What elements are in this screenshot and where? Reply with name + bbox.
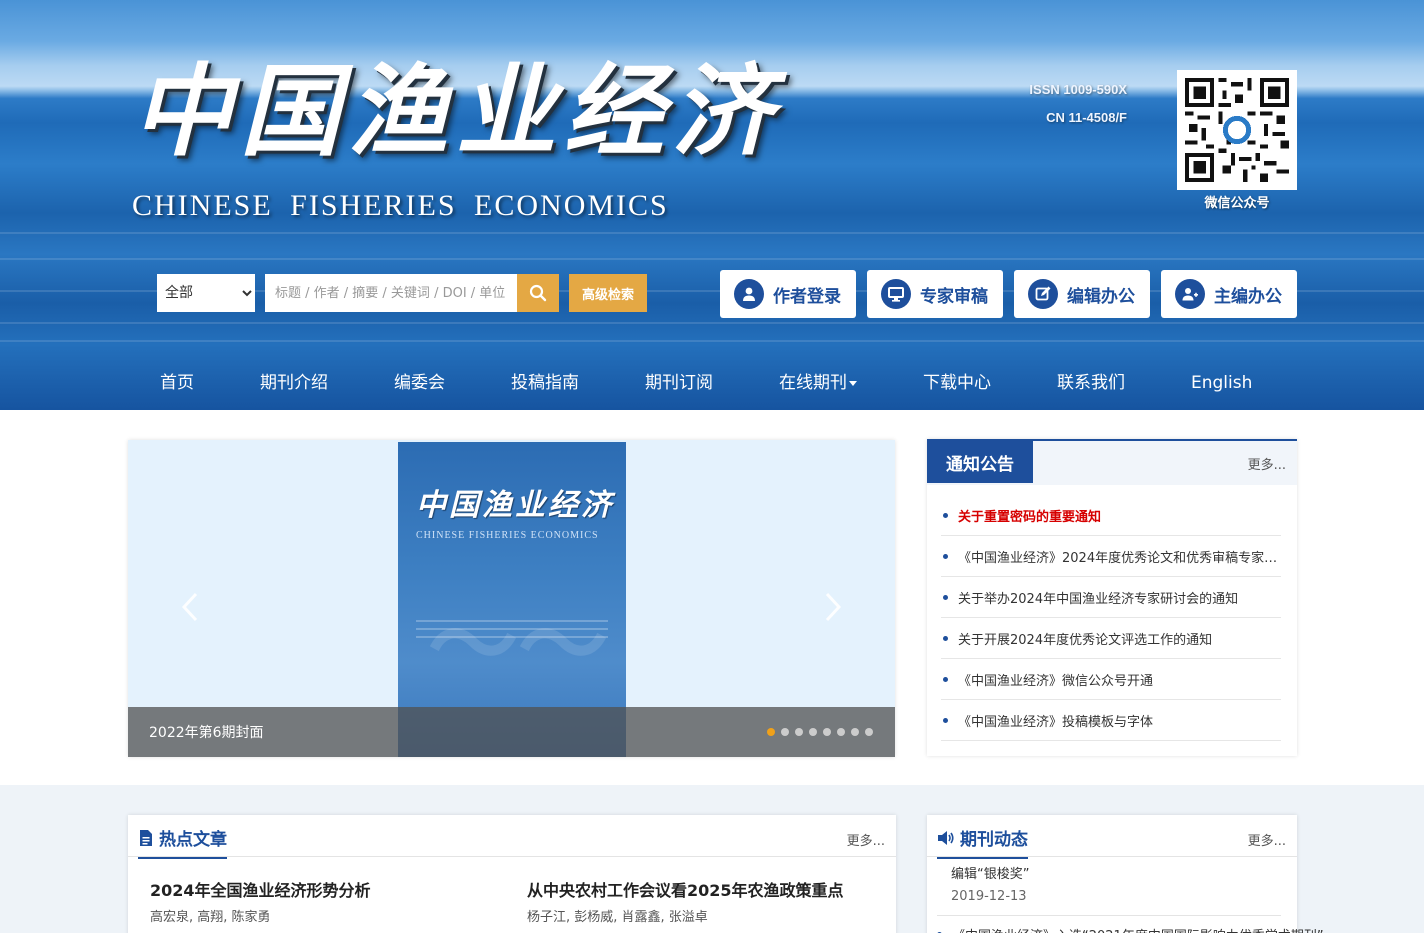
journal-news-title: 期刊动态 xyxy=(937,825,1028,859)
advanced-search-button[interactable]: 高级检索 xyxy=(569,274,647,312)
chief-editor-office-button[interactable]: 主编办公 xyxy=(1161,270,1297,318)
caret-down-icon xyxy=(849,380,857,386)
carousel-dot[interactable] xyxy=(823,728,831,736)
list-item[interactable]: 关于举办2024年中国渔业经济专家研讨会的通知 xyxy=(941,577,1281,618)
user-icon xyxy=(734,279,764,309)
expert-review-label: 专家审稿 xyxy=(920,286,988,307)
author-login-label: 作者登录 xyxy=(773,286,841,307)
editor-office-label: 编辑办公 xyxy=(1067,286,1135,307)
list-item[interactable]: 《中国渔业经济》投稿模板与字体 xyxy=(941,700,1281,741)
bullet-icon xyxy=(943,635,948,641)
qr-label: 微信公众号 xyxy=(1204,196,1270,211)
list-item[interactable]: 《中国渔业经济》2024年度优秀论文和优秀审稿专家评选结果公示 xyxy=(941,536,1281,577)
user-plus-icon xyxy=(1175,279,1205,309)
carousel-caption: 2022年第6期封面 xyxy=(149,725,264,741)
hot-divider xyxy=(128,856,896,857)
author-login-button[interactable]: 作者登录 xyxy=(720,270,856,318)
issn-number: ISSN 1009-590X xyxy=(1029,82,1127,97)
article-title[interactable]: 2024年全国渔业经济形势分析 xyxy=(150,877,371,901)
expert-review-button[interactable]: 专家审稿 xyxy=(867,270,1003,318)
notice-item-text: 关于举办2024年中国渔业经济专家研讨会的通知 xyxy=(958,591,1239,607)
bullet-icon xyxy=(943,676,948,682)
carousel-dot[interactable] xyxy=(837,728,845,736)
carousel-dot[interactable] xyxy=(795,728,803,736)
list-item[interactable]: 关于开展2024年度优秀论文评选工作的通知 xyxy=(941,618,1281,659)
news-item-text: 《中国渔业经济》入选“2021年度中国国际影响力优秀学术期刊” xyxy=(952,925,1324,933)
nav-english[interactable]: English xyxy=(1191,372,1252,394)
carousel-prev-icon[interactable] xyxy=(178,590,202,624)
carousel-dot[interactable] xyxy=(767,728,775,736)
cover-carousel[interactable]: 中国渔业经济 CHINESE FISHERIES ECONOMICS 〜〜 20… xyxy=(128,440,895,757)
notice-title: 通知公告 xyxy=(927,441,1033,483)
edit-icon xyxy=(1028,279,1058,309)
search-scope-select[interactable]: 全部 xyxy=(157,274,255,312)
issn-info: ISSN 1009-590X CN 11-4508/F xyxy=(1029,76,1127,132)
notice-item-text: 《中国渔业经济》投稿模板与字体 xyxy=(958,714,1154,730)
nav-contact[interactable]: 联系我们 xyxy=(1057,372,1125,394)
list-item[interactable]: 《中国渔业经济》微信公众号开通 xyxy=(941,659,1281,700)
carousel-dot[interactable] xyxy=(865,728,873,736)
news-item[interactable]: 《中国渔业经济》入选“2021年度中国国际影响力优秀学术期刊” xyxy=(937,925,1324,933)
news-more-link[interactable]: 更多... xyxy=(1248,830,1286,849)
notice-item-text: 《中国渔业经济》2024年度优秀论文和优秀审稿专家评选结果公示 xyxy=(958,550,1281,566)
news-item-date: 2019-12-13 xyxy=(951,889,1027,904)
chief-editor-office-label: 主编办公 xyxy=(1214,286,1282,307)
article-authors: 高宏泉, 高翔, 陈家勇 xyxy=(150,910,271,925)
notice-item-text: 《中国渔业经济》微信公众号开通 xyxy=(958,673,1154,689)
nav-download-center[interactable]: 下载中心 xyxy=(923,372,991,394)
news-divider xyxy=(927,856,1297,857)
bullet-icon xyxy=(943,553,948,559)
notice-panel: 通知公告 更多... 关于重置密码的重要通知 《中国渔业经济》2024年度优秀论… xyxy=(927,439,1297,756)
nav-journal-intro[interactable]: 期刊介绍 xyxy=(260,372,328,394)
cn-number: CN 11-4508/F xyxy=(1046,110,1127,125)
main-nav: 首页 期刊介绍 编委会 投稿指南 期刊订阅 在线期刊 下载中心 联系我们 Eng… xyxy=(0,356,1424,410)
nav-editorial-board[interactable]: 编委会 xyxy=(394,372,445,394)
document-icon xyxy=(140,829,152,846)
hot-articles-title: 热点文章 xyxy=(138,825,227,859)
nav-submission-guide[interactable]: 投稿指南 xyxy=(511,372,579,394)
notice-list: 关于重置密码的重要通知 《中国渔业经济》2024年度优秀论文和优秀审稿专家评选结… xyxy=(941,495,1281,741)
site-logo-en: CHINESE FISHERIES ECONOMICS xyxy=(132,189,669,222)
notice-item-text: 关于重置密码的重要通知 xyxy=(958,509,1102,525)
site-header: 中国渔业经济 CHINESE FISHERIES ECONOMICS ISSN … xyxy=(0,0,1424,410)
carousel-dots xyxy=(767,728,873,736)
search-input[interactable] xyxy=(265,274,517,312)
news-separator xyxy=(937,915,1281,916)
journal-news-title-text: 期刊动态 xyxy=(960,830,1028,850)
hot-articles-panel: 热点文章 更多... 2024年全国渔业经济形势分析 高宏泉, 高翔, 陈家勇 … xyxy=(128,815,896,933)
news-item-title[interactable]: 编辑“银梭奖” xyxy=(951,863,1029,882)
search-icon xyxy=(529,284,547,302)
speaker-icon xyxy=(938,830,954,845)
carousel-caption-bar: 2022年第6期封面 xyxy=(128,707,895,757)
notice-more-link[interactable]: 更多... xyxy=(1248,454,1286,473)
hot-articles-title-text: 热点文章 xyxy=(159,830,227,850)
journal-news-panel: 期刊动态 更多... 编辑“银梭奖” 2019-12-13 《中国渔业经济》入选… xyxy=(927,815,1324,933)
monitor-icon xyxy=(881,279,911,309)
carousel-dot[interactable] xyxy=(851,728,859,736)
nav-online-journal[interactable]: 在线期刊 xyxy=(779,372,857,394)
list-item[interactable]: 关于重置密码的重要通知 xyxy=(941,495,1281,536)
carousel-dot[interactable] xyxy=(809,728,817,736)
notice-item-text: 关于开展2024年度优秀论文评选工作的通知 xyxy=(958,632,1213,648)
carousel-dot[interactable] xyxy=(781,728,789,736)
nav-online-journal-label: 在线期刊 xyxy=(779,373,847,393)
hot-more-link[interactable]: 更多... xyxy=(847,830,885,849)
cover-subtitle: CHINESE FISHERIES ECONOMICS xyxy=(416,530,599,541)
article-authors: 杨子江, 彭杨威, 肖露鑫, 张溢卓 xyxy=(527,910,708,925)
bullet-icon xyxy=(943,512,948,518)
cover-title: 中国渔业经济 xyxy=(416,488,614,523)
bullet-icon xyxy=(943,717,948,723)
nav-subscription[interactable]: 期刊订阅 xyxy=(645,372,713,394)
editor-office-button[interactable]: 编辑办公 xyxy=(1014,270,1150,318)
carousel-next-icon[interactable] xyxy=(821,590,845,624)
cover-text-lines xyxy=(416,620,608,644)
article-title[interactable]: 从中央农村工作会议看2025年农渔政策重点 xyxy=(527,877,844,901)
nav-home[interactable]: 首页 xyxy=(160,372,194,394)
site-logo-cn[interactable]: 中国渔业经济 xyxy=(132,46,780,176)
wechat-qr-code xyxy=(1177,70,1297,190)
bullet-icon xyxy=(943,594,948,600)
search-button[interactable] xyxy=(517,274,559,312)
